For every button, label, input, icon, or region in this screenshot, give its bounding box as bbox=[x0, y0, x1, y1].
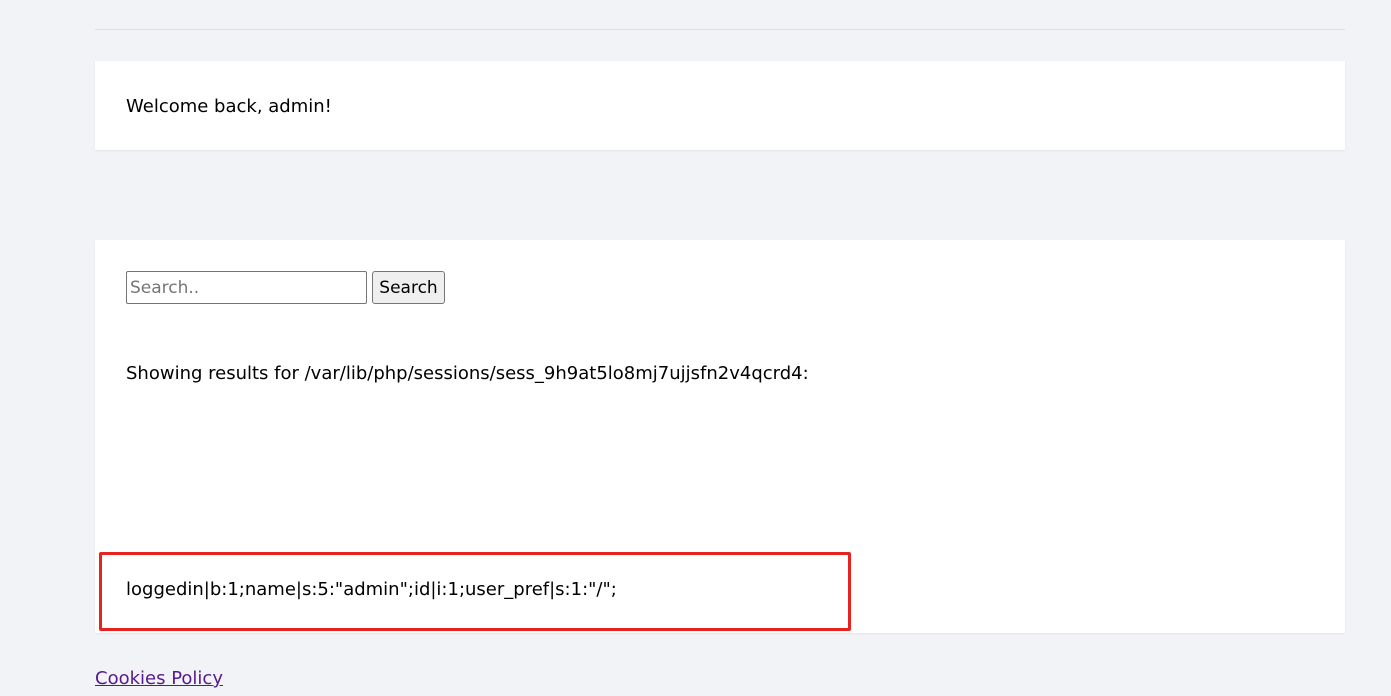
search-card: Search Showing results for /var/lib/php/… bbox=[95, 240, 1345, 633]
top-divider bbox=[95, 29, 1345, 30]
search-button[interactable]: Search bbox=[372, 271, 445, 304]
welcome-card: Welcome back, admin! bbox=[95, 61, 1345, 150]
results-label: Showing results for /var/lib/php/session… bbox=[126, 363, 809, 384]
session-file-output: loggedin|b:1;name|s:5:"admin";id|i:1;use… bbox=[126, 579, 617, 600]
welcome-message: Welcome back, admin! bbox=[126, 96, 332, 117]
cookies-policy-link[interactable]: Cookies Policy bbox=[95, 667, 223, 691]
search-input[interactable] bbox=[126, 271, 367, 304]
